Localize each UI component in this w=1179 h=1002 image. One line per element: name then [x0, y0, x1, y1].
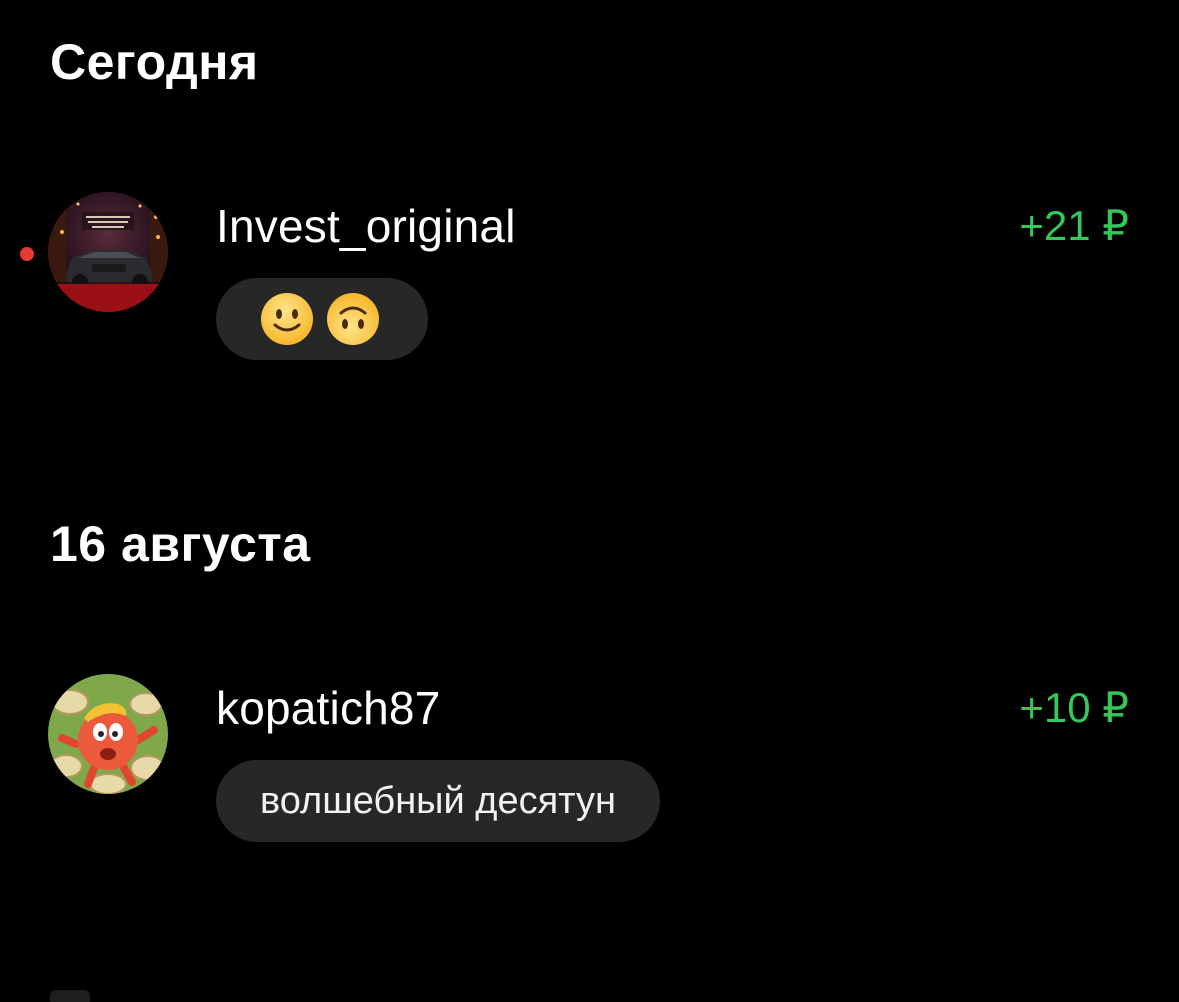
- slightly-smiling-face-icon: [261, 293, 313, 345]
- donations-feed: Сегодня Invest_original +21 ₽ 16 августа…: [0, 0, 1179, 1002]
- next-section-peek: [50, 990, 90, 1002]
- unread-indicator: [20, 247, 34, 261]
- sender-username: Invest_original: [216, 200, 516, 252]
- donation-item[interactable]: kopatich87 +10 ₽ волшебный десятун: [0, 672, 1179, 852]
- upside-down-face-icon: [327, 293, 379, 345]
- avatar-car-image: [48, 192, 168, 312]
- section-title-august-16: 16 августа: [50, 516, 311, 572]
- sender-username: kopatich87: [216, 682, 441, 734]
- donation-amount: +21 ₽: [1019, 202, 1129, 249]
- donation-amount: +10 ₽: [1019, 684, 1129, 731]
- avatar-cartoon-image: [48, 674, 168, 794]
- section-title-today: Сегодня: [50, 34, 259, 90]
- avatar[interactable]: [48, 674, 168, 794]
- message-bubble: волшебный десятун: [216, 760, 660, 842]
- message-bubble: [216, 278, 428, 360]
- donation-item[interactable]: Invest_original +21 ₽: [0, 190, 1179, 370]
- avatar[interactable]: [48, 192, 168, 312]
